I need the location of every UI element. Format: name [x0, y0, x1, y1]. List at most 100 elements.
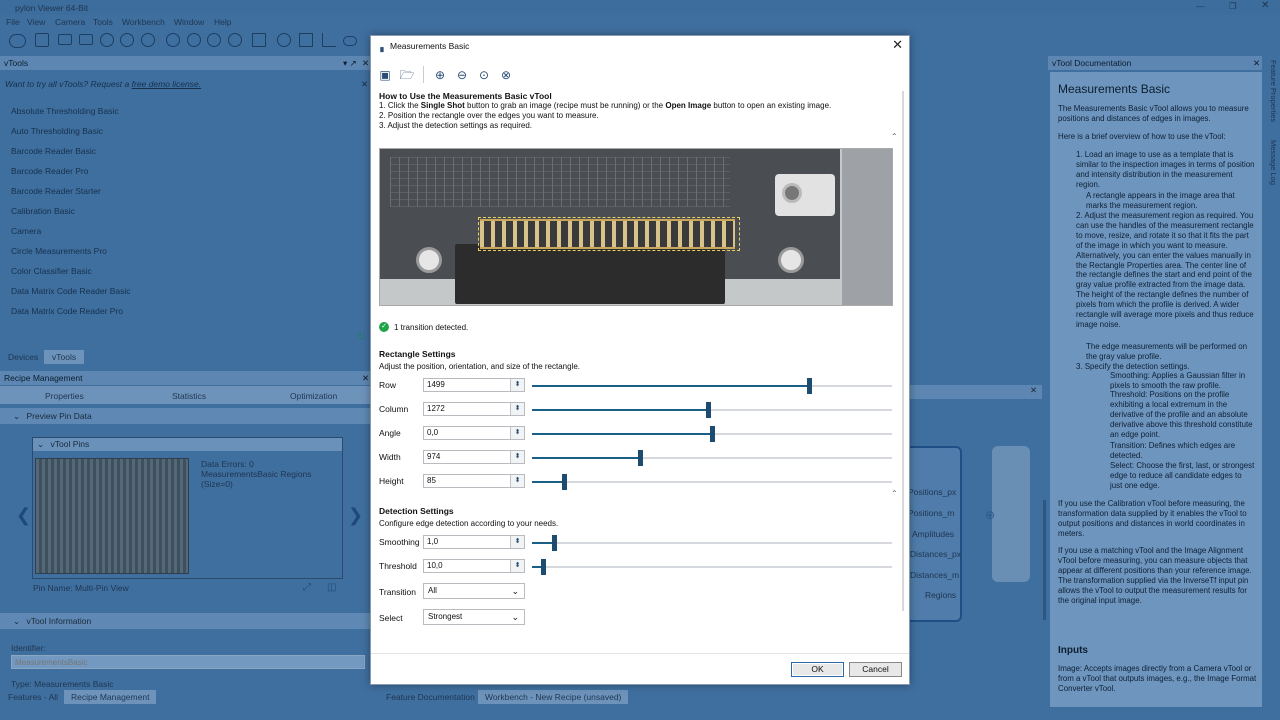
list-item[interactable]: Data Matrix Code Reader Basic	[0, 281, 370, 301]
menu-help[interactable]: Help	[214, 17, 231, 27]
record-icon[interactable]	[100, 33, 114, 47]
zoom-fit-icon[interactable]: ⊗	[498, 67, 514, 83]
select-select[interactable]: Strongest ⌄	[423, 609, 525, 625]
stop-icon[interactable]	[141, 33, 155, 47]
snapshot-icon[interactable]	[58, 34, 72, 45]
doc-scrollbar[interactable]	[1043, 500, 1046, 620]
tab-optimization[interactable]: Optimization	[290, 391, 337, 401]
list-item[interactable]: Auto Thresholding Basic	[0, 121, 370, 141]
menu-tools[interactable]: Tools	[93, 17, 113, 27]
expand-icon[interactable]: ⤢	[303, 582, 311, 593]
open-folder-icon[interactable]: 🗁	[399, 67, 415, 83]
slider-track[interactable]	[532, 450, 892, 466]
dialog-scrollbar[interactable]	[902, 91, 904, 611]
spin-input[interactable]: 0,0 ⬍	[423, 426, 525, 440]
stepper-icon[interactable]: ⬍	[510, 451, 524, 463]
ok-button[interactable]: OK	[791, 662, 844, 677]
slider-thumb[interactable]	[706, 402, 712, 418]
recipe-close-icon[interactable]: ✕	[362, 371, 369, 385]
slider-thumb[interactable]	[562, 474, 568, 490]
vtool-info-header[interactable]: ⌄ vTool Information	[0, 613, 370, 629]
histogram-icon[interactable]	[322, 33, 336, 47]
visibility-icon[interactable]	[343, 36, 357, 46]
transition-select[interactable]: All ⌄	[423, 583, 525, 599]
slider-track[interactable]	[532, 426, 892, 442]
slider-track[interactable]	[532, 535, 892, 551]
video-icon[interactable]	[79, 34, 93, 45]
slider-thumb[interactable]	[710, 426, 715, 442]
tab-recipe-management[interactable]: Recipe Management	[64, 690, 157, 704]
collapse-icon[interactable]: ⌃	[891, 489, 898, 498]
cancel-button[interactable]: Cancel	[849, 662, 902, 677]
stepper-icon[interactable]: ⬍	[510, 427, 524, 439]
stepper-icon[interactable]: ⬍	[510, 536, 524, 548]
save-icon[interactable]	[35, 33, 49, 47]
graph-close-icon[interactable]: ✕	[1030, 385, 1037, 396]
minimize-icon[interactable]: —	[1196, 1, 1205, 11]
refresh-icon[interactable]: ↻	[357, 330, 366, 343]
zoom-in-icon[interactable]	[166, 33, 180, 47]
spin-input[interactable]: 1499 ⬍	[423, 378, 525, 392]
list-item[interactable]: Calibration Basic	[0, 201, 370, 221]
camera-icon[interactable]: ▣	[377, 67, 393, 83]
stepper-icon[interactable]: ⬍	[510, 379, 524, 391]
list-item[interactable]: Absolute Thresholding Basic	[0, 101, 370, 121]
add-node-icon[interactable]: ⊕	[985, 508, 995, 522]
side-tab-feature-properties[interactable]: Feature Properties	[1264, 60, 1278, 135]
zoom-100-icon[interactable]: ⊙	[476, 67, 492, 83]
spin-input[interactable]: 10,0 ⬍	[423, 559, 525, 573]
measurement-rectangle[interactable]	[478, 217, 740, 251]
tab-properties[interactable]: Properties	[45, 391, 84, 401]
side-tab-message-log[interactable]: Message Log	[1264, 140, 1278, 195]
menu-view[interactable]: View	[27, 17, 45, 27]
slider-thumb[interactable]	[807, 378, 813, 394]
grid-icon[interactable]	[299, 33, 313, 47]
tab-statistics[interactable]: Statistics	[172, 391, 206, 401]
graph-node-2[interactable]	[992, 446, 1030, 582]
spin-input[interactable]: 974 ⬍	[423, 450, 525, 464]
open-camera-icon[interactable]	[9, 34, 26, 48]
fit-screen-icon[interactable]	[252, 33, 266, 47]
zoom-fit-icon[interactable]	[228, 33, 242, 47]
demo-license-link[interactable]: free demo license.	[132, 79, 201, 89]
preview-pin-header[interactable]: ⌄ Preview Pin Data	[0, 408, 370, 424]
menu-camera[interactable]: Camera	[55, 17, 85, 27]
pin-icon[interactable]: ▾ ↗	[343, 56, 357, 70]
collapse-icon[interactable]: ⌃	[891, 132, 898, 141]
slider-thumb[interactable]	[638, 450, 643, 466]
spin-input[interactable]: 1272 ⬍	[423, 402, 525, 416]
zoom-out-icon[interactable]	[187, 33, 201, 47]
slider-track[interactable]	[532, 474, 892, 490]
crosshair-icon[interactable]	[277, 33, 291, 47]
list-item[interactable]: Camera	[0, 221, 370, 241]
tab-devices[interactable]: Devices	[8, 352, 38, 362]
menu-window[interactable]: Window	[174, 17, 204, 27]
zoom-100-icon[interactable]	[207, 33, 221, 47]
list-item[interactable]: Barcode Reader Starter	[0, 181, 370, 201]
stepper-icon[interactable]: ⬍	[510, 403, 524, 415]
monitor-icon[interactable]: ◫	[327, 582, 336, 593]
maximize-icon[interactable]: ❐	[1229, 1, 1237, 12]
tab-features-all[interactable]: Features - All	[8, 692, 58, 702]
demo-close-icon[interactable]: ✕	[361, 76, 368, 92]
list-item[interactable]: Data Matrix Code Reader Pro	[0, 301, 370, 321]
zoom-in-icon[interactable]: ⊕	[432, 67, 448, 83]
slider-thumb[interactable]	[551, 535, 557, 551]
menu-file[interactable]: File	[6, 17, 20, 27]
list-item[interactable]: Barcode Reader Pro	[0, 161, 370, 181]
spin-input[interactable]: 85 ⬍	[423, 474, 525, 488]
slider-track[interactable]	[532, 402, 892, 418]
spin-input[interactable]: 1,0 ⬍	[423, 535, 525, 549]
pins-box-header[interactable]: ⌄ vTool Pins	[33, 438, 342, 451]
vtools-close-icon[interactable]: ✕	[362, 56, 369, 70]
pause-icon[interactable]	[120, 33, 134, 47]
next-arrow-icon[interactable]: ❯	[348, 505, 363, 526]
identifier-input[interactable]	[11, 655, 365, 669]
stepper-icon[interactable]: ⬍	[510, 560, 524, 572]
doc-close-icon[interactable]: ✕	[1253, 56, 1260, 70]
dialog-close-icon[interactable]: ✕	[892, 38, 903, 52]
prev-arrow-icon[interactable]: ❮	[16, 505, 31, 526]
menu-workbench[interactable]: Workbench	[122, 17, 165, 27]
stepper-icon[interactable]: ⬍	[510, 475, 524, 487]
list-item[interactable]: Color Classifier Basic	[0, 261, 370, 281]
